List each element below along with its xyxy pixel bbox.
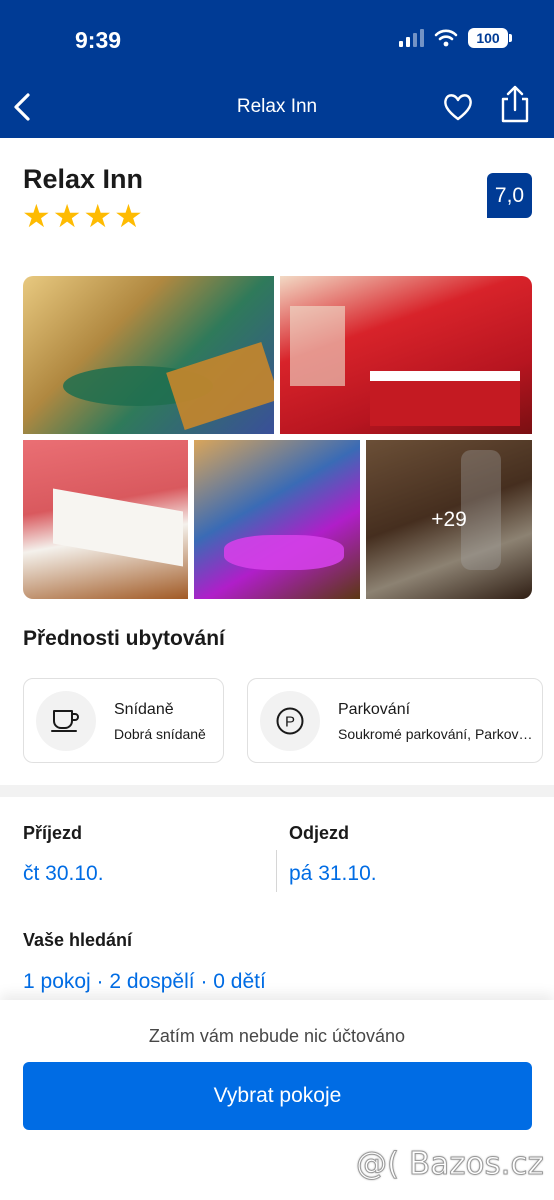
top-bar: 9:39 100 Relax Inn <box>0 0 554 138</box>
photo-gallery: +29 <box>23 276 532 599</box>
photo-spa-pool[interactable] <box>194 440 360 599</box>
star-icon: ★ <box>83 198 113 234</box>
photo-pool[interactable] <box>23 276 274 434</box>
star-icon: ★ <box>114 198 143 234</box>
photo-bedroom[interactable] <box>23 440 188 599</box>
facility-title: Snídaně <box>114 701 174 718</box>
no-charge-note: Zatím vám nebude nic účtováno <box>148 1026 406 1046</box>
hotel-name: Relax Inn <box>23 164 144 194</box>
star-icon: ★ <box>52 198 82 234</box>
status-time: 9:39 <box>75 27 122 53</box>
status-icons: 100 <box>399 28 512 48</box>
bottom-panel: Zatím vám nebude nic účtováno Vybrat pok… <box>0 1000 554 1200</box>
photo-more[interactable]: +29 <box>366 440 532 599</box>
facility-card-breakfast[interactable]: Snídaně Dobrá snídaně <box>23 678 224 763</box>
checkout-date[interactable]: pá 31.10. <box>289 862 377 886</box>
checkin-label: Příjezd <box>23 823 83 843</box>
coffee-cup-icon <box>36 691 96 751</box>
wifi-icon <box>434 29 458 47</box>
select-rooms-button[interactable]: Vybrat pokoje <box>23 1062 532 1130</box>
star-icon: ★ <box>22 198 51 234</box>
highlights-title: Přednosti ubytování <box>23 627 225 650</box>
battery-indicator: 100 <box>468 28 512 48</box>
share-icon[interactable] <box>499 84 531 124</box>
checkout-label: Odjezd <box>289 823 350 843</box>
watermark: @( Bazos.cz <box>356 1146 545 1183</box>
checkin-date[interactable]: čt 30.10. <box>23 862 104 886</box>
review-score-badge[interactable]: 7,0 <box>487 173 532 218</box>
photo-red-room[interactable] <box>280 276 532 434</box>
more-photos-count: +29 <box>366 440 532 599</box>
facility-title: Parkování <box>338 701 411 718</box>
facility-subtitle: Dobrá snídaně <box>114 726 206 742</box>
search-occupancy[interactable]: 1 pokoj · 2 dospělí · 0 dětí <box>23 970 266 994</box>
svg-text:P: P <box>285 714 295 731</box>
signal-icon <box>399 29 424 47</box>
section-divider <box>0 785 554 797</box>
search-label: Vaše hledání <box>23 930 133 950</box>
heart-icon[interactable] <box>442 92 474 122</box>
facility-subtitle: Soukromé parkování, Parkování na místě <box>338 726 534 742</box>
parking-icon: P <box>260 691 320 751</box>
star-rating: ★ ★ ★ ★ <box>22 200 143 232</box>
date-separator <box>276 850 277 892</box>
facility-card-parking[interactable]: P Parkování Soukromé parkování, Parkován… <box>247 678 543 763</box>
